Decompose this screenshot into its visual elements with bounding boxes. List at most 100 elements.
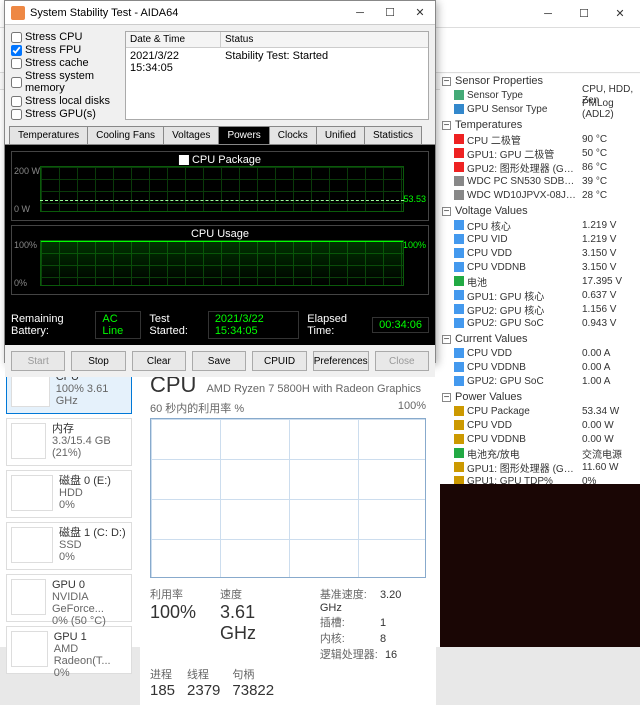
stress-checkbox[interactable]: [11, 77, 22, 88]
sensor-row[interactable]: CPU 二极管90 °C: [440, 132, 640, 146]
tile-thumb: [11, 423, 46, 459]
sensor-row[interactable]: GPU1: GPU 二极管50 °C: [440, 146, 640, 160]
stress-option[interactable]: Stress system memory: [11, 70, 121, 94]
speed-label: 速度: [220, 586, 296, 602]
stress-option[interactable]: Stress cache: [11, 57, 121, 69]
sensor-row[interactable]: GPU1: GPU TDP%0%: [440, 474, 640, 484]
cpuid-button[interactable]: CPUID: [252, 351, 306, 371]
aida-titlebar[interactable]: System Stability Test - AIDA64 ─ ☐ ✕: [5, 1, 435, 25]
cpu-package-checkbox[interactable]: [179, 155, 189, 165]
started-value: 2021/3/22 15:34:05: [208, 311, 299, 339]
sensor-row[interactable]: WDC PC SN530 SDBPNPZ-5...39 °C: [440, 174, 640, 188]
aida-max-button[interactable]: ☐: [375, 2, 405, 24]
hnd-value: 73822: [232, 682, 274, 699]
elapsed-label: Elapsed Time:: [307, 313, 364, 337]
sensor-group-head[interactable]: Power Values: [440, 390, 640, 404]
sensor-row[interactable]: CPU Package53.34 W: [440, 404, 640, 418]
sensor-row[interactable]: GPU1: GPU 核心0.637 V: [440, 288, 640, 302]
bg-min-button[interactable]: ─: [530, 1, 566, 27]
sensor-group-head[interactable]: Current Values: [440, 332, 640, 346]
sensor-row[interactable]: 电池17.395 V: [440, 274, 640, 288]
bg-max-button[interactable]: ☐: [566, 1, 602, 27]
sensor-row[interactable]: CPU VDD0.00 W: [440, 418, 640, 432]
tile-thumb: [11, 579, 46, 615]
log-box: Date & Time Status 2021/3/22 15:34:05 St…: [125, 31, 429, 120]
stress-option[interactable]: Stress CPU: [11, 31, 121, 43]
cpu-detail-panel: CPU AMD Ryzen 7 5800H with Radeon Graphi…: [140, 366, 436, 705]
collapse-icon: [442, 121, 451, 130]
sensor-row[interactable]: GPU Sensor TypePMLog (ADL2): [440, 102, 640, 116]
save-button[interactable]: Save: [192, 351, 246, 371]
tab-clocks[interactable]: Clocks: [269, 126, 317, 144]
stress-option[interactable]: Stress local disks: [11, 95, 121, 107]
resource-tile[interactable]: GPU 0NVIDIA GeForce...0% (50 °C): [6, 574, 132, 622]
stress-checkbox[interactable]: [11, 96, 22, 107]
close-button[interactable]: Close: [375, 351, 429, 371]
sensor-row[interactable]: CPU 核心1.219 V: [440, 218, 640, 232]
bg-dark-area: [440, 484, 640, 647]
stress-checkbox[interactable]: [11, 45, 22, 56]
resource-tile[interactable]: 磁盘 1 (C: D:)SSD0%: [6, 522, 132, 570]
tab-voltages[interactable]: Voltages: [163, 126, 219, 144]
stress-checkbox[interactable]: [11, 109, 22, 120]
sensor-row[interactable]: GPU2: GPU 核心1.156 V: [440, 302, 640, 316]
sensor-row[interactable]: CPU VDDNB3.150 V: [440, 260, 640, 274]
collapse-icon: [442, 77, 451, 86]
chart2-title: CPU Usage: [191, 228, 249, 240]
aida-tabs: TemperaturesCooling FansVoltagesPowersCl…: [5, 126, 435, 145]
log-head-date[interactable]: Date & Time: [126, 32, 221, 47]
stress-option[interactable]: Stress GPU(s): [11, 108, 121, 120]
sensor-row[interactable]: GPU2: GPU SoC0.943 V: [440, 316, 640, 330]
sensor-row[interactable]: GPU1: 图形处理器 (GPU)11.60 W: [440, 460, 640, 474]
cpu-sub-left: 60 秒内的利用率 %: [150, 400, 244, 416]
preferences-button[interactable]: Preferences: [313, 351, 369, 371]
collapse-icon: [442, 335, 451, 344]
sensor-row[interactable]: CPU VID1.219 V: [440, 232, 640, 246]
resource-tile[interactable]: 内存3.3/15.4 GB (21%): [6, 418, 132, 466]
stress-option[interactable]: Stress FPU: [11, 44, 121, 56]
temp-icon: [454, 162, 464, 172]
volt-icon: [454, 220, 464, 230]
stress-checkbox[interactable]: [11, 58, 22, 69]
tab-statistics[interactable]: Statistics: [364, 126, 422, 144]
resource-tile[interactable]: GPU 1AMD Radeon(T...0%: [6, 626, 132, 674]
sensor-row[interactable]: CPU VDD3.150 V: [440, 246, 640, 260]
sensor-row[interactable]: GPU2: GPU SoC1.00 A: [440, 374, 640, 388]
bg-close-button[interactable]: ✕: [602, 1, 638, 27]
cpu-icon: [454, 90, 464, 100]
aida-min-button[interactable]: ─: [345, 2, 375, 24]
log-head-status[interactable]: Status: [221, 32, 257, 47]
battery-value: AC Line: [95, 311, 141, 339]
stress-checkbox[interactable]: [11, 32, 22, 43]
clear-button[interactable]: Clear: [132, 351, 186, 371]
tab-cooling fans[interactable]: Cooling Fans: [87, 126, 164, 144]
proc-value: 185: [150, 682, 175, 699]
tab-unified[interactable]: Unified: [316, 126, 365, 144]
resource-tiles: CPU100% 3.61 GHz内存3.3/15.4 GB (21%)磁盘 0 …: [6, 366, 132, 678]
tab-temperatures[interactable]: Temperatures: [9, 126, 88, 144]
collapse-icon: [442, 393, 451, 402]
sensor-row[interactable]: GPU2: 图形处理器 (GPU)86 °C: [440, 160, 640, 174]
sensor-group-head[interactable]: Voltage Values: [440, 204, 640, 218]
volt-icon: [454, 376, 464, 386]
stop-button[interactable]: Stop: [71, 351, 125, 371]
cpu-sub-right: 100%: [398, 400, 426, 416]
resource-tile[interactable]: 磁盘 0 (E:)HDD0%: [6, 470, 132, 518]
sensor-row[interactable]: CPU VDDNB0.00 W: [440, 432, 640, 446]
sensor-group-head[interactable]: Temperatures: [440, 118, 640, 132]
thr-value: 2379: [187, 682, 220, 699]
sensor-row[interactable]: WDC WD10JPVX-08JC3T628 °C: [440, 188, 640, 202]
started-label: Test Started:: [149, 313, 199, 337]
aida-close-button[interactable]: ✕: [405, 2, 435, 24]
bat-icon: [454, 276, 464, 286]
base-label: 基准速度:: [320, 589, 367, 601]
pow-icon: [454, 434, 464, 444]
collapse-icon: [442, 207, 451, 216]
start-button[interactable]: Start: [11, 351, 65, 371]
battery-label: Remaining Battery:: [11, 313, 87, 337]
sensor-row[interactable]: CPU VDDNB0.00 A: [440, 360, 640, 374]
sensor-row[interactable]: CPU VDD0.00 A: [440, 346, 640, 360]
chart2-value: 100%: [403, 240, 426, 250]
tab-powers[interactable]: Powers: [218, 126, 269, 144]
sensor-row[interactable]: 电池充/放电交流电源: [440, 446, 640, 460]
